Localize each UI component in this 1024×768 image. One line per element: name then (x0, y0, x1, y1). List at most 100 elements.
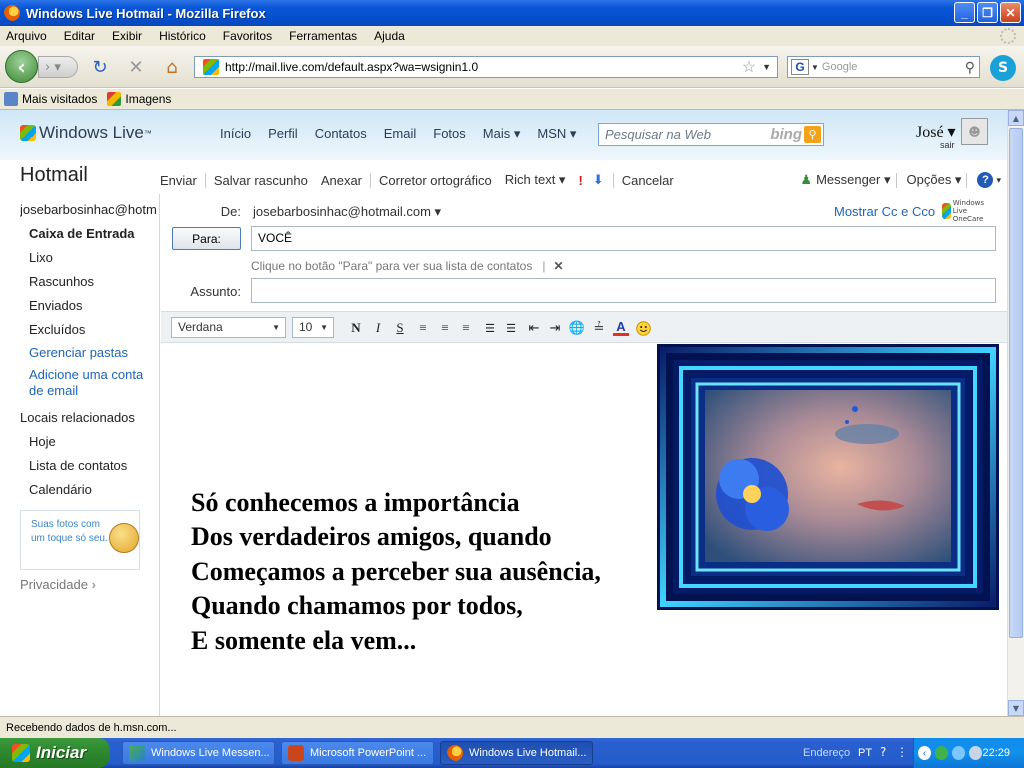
options-dropdown[interactable]: Opções ▾ (907, 172, 962, 188)
nav-mais[interactable]: Mais ▾ (483, 126, 521, 142)
stop-icon[interactable]: ✕ (124, 55, 148, 79)
high-importance-icon[interactable]: ! (578, 173, 582, 188)
folder-inbox[interactable]: Caixa de Entrada (29, 226, 147, 241)
low-importance-icon[interactable]: ⬇ (593, 172, 604, 188)
align-right-icon[interactable]: ≡ (458, 320, 474, 336)
bold-button[interactable]: N (348, 320, 364, 336)
align-center-icon[interactable]: ≡ (437, 320, 453, 336)
account-name[interactable]: josebarbosinhac@hotmail.com (20, 202, 156, 217)
bookmark-most-visited[interactable]: Mais visitados (4, 92, 97, 106)
menu-ferramentas[interactable]: Ferramentas (289, 29, 357, 43)
maximize-button[interactable]: ❐ (977, 2, 998, 23)
messenger-tray-icon[interactable] (935, 746, 949, 760)
folder-deleted[interactable]: Excluídos (29, 322, 85, 337)
back-button[interactable]: ‹ (5, 50, 38, 83)
to-field[interactable]: VOCÊ (251, 226, 996, 251)
from-selector[interactable]: josebarbosinhac@hotmail.com ▾ (253, 204, 441, 220)
font-family-select[interactable]: Verdana ▼ (171, 317, 286, 338)
url-history-dropdown-icon[interactable]: ▼ (762, 62, 771, 72)
font-color-icon[interactable]: A (613, 319, 629, 336)
url-text[interactable]: http://mail.live.com/default.aspx?wa=wsi… (225, 60, 742, 74)
decrease-indent-icon[interactable]: ⇤ (526, 320, 542, 336)
scroll-up-icon[interactable]: ▲ (1008, 110, 1024, 126)
taskbar-item-messenger[interactable]: Windows Live Messen... (122, 741, 275, 765)
highlight-icon[interactable]: ≟ (591, 320, 607, 336)
add-email-account-link[interactable]: Adicione uma conta (29, 367, 143, 382)
language-indicator[interactable]: PT (858, 747, 872, 759)
bookmark-star-icon[interactable]: ☆ (742, 57, 756, 77)
nav-inicio[interactable]: Início (220, 126, 251, 142)
emoticon-icon[interactable] (635, 320, 651, 336)
nav-msn[interactable]: MSN ▾ (537, 126, 576, 142)
address-toolbar-label[interactable]: Endereço (803, 747, 850, 759)
folder-trash[interactable]: Lixo (29, 250, 53, 265)
related-today[interactable]: Hoje (29, 434, 56, 449)
increase-indent-icon[interactable]: ⇥ (547, 320, 563, 336)
taskbar-item-firefox[interactable]: Windows Live Hotmail... (440, 741, 593, 765)
send-button[interactable]: Enviar (160, 173, 197, 188)
close-hint-icon[interactable]: ✕ (553, 259, 563, 273)
message-body-editor[interactable]: Só conhecemos a importância Dos verdadei… (161, 344, 1007, 716)
underline-button[interactable]: S (392, 320, 408, 336)
start-button[interactable]: Iniciar (0, 738, 110, 768)
clock[interactable]: 22:29 (982, 747, 1010, 759)
web-search-input[interactable]: Pesquisar na Web bing ⚲ (598, 123, 824, 146)
nav-contatos[interactable]: Contatos (315, 126, 367, 142)
nav-email[interactable]: Email (384, 126, 417, 142)
bullet-list-icon[interactable]: ☰ (503, 320, 519, 336)
related-calendar[interactable]: Calendário (29, 482, 92, 497)
menu-editar[interactable]: Editar (64, 29, 95, 43)
rich-text-dropdown[interactable]: Rich text ▾ (505, 172, 566, 188)
show-cc-bcc-link[interactable]: Mostrar Cc e Cco (834, 204, 935, 219)
forward-button[interactable]: › ▾ (38, 56, 78, 78)
security-tray-icon[interactable] (969, 746, 983, 760)
italic-button[interactable]: I (370, 320, 386, 336)
home-icon[interactable]: ⌂ (160, 55, 184, 79)
manage-folders-link[interactable]: Gerenciar pastas (29, 345, 128, 360)
attach-button[interactable]: Anexar (321, 173, 362, 188)
menu-ajuda[interactable]: Ajuda (374, 29, 405, 43)
spellcheck-button[interactable]: Corretor ortográfico (379, 173, 492, 188)
google-engine-icon[interactable]: G (791, 59, 809, 75)
windows-live-logo[interactable]: Windows Live ™ (20, 123, 152, 143)
messenger-icon[interactable]: ♟ (800, 172, 812, 188)
folder-drafts[interactable]: Rascunhos (29, 274, 94, 289)
folder-sent[interactable]: Enviados (29, 298, 82, 313)
window-titlebar[interactable]: Windows Live Hotmail - Mozilla Firefox _… (0, 0, 1024, 26)
signout-link[interactable]: sair (940, 140, 955, 150)
avatar[interactable]: ☻ (961, 118, 988, 145)
help-icon[interactable]: ? (977, 172, 994, 188)
promo-banner[interactable]: Suas fotos com um toque só seu. (20, 510, 140, 570)
network-tray-icon[interactable] (952, 746, 966, 760)
user-name[interactable]: José ▾ (916, 124, 956, 141)
menu-arquivo[interactable]: Arquivo (6, 29, 47, 43)
messenger-dropdown[interactable]: Messenger ▾ (816, 172, 890, 188)
insert-link-icon[interactable]: 🌐 (569, 320, 585, 336)
close-button[interactable]: ✕ (1000, 2, 1021, 23)
add-email-account-link-2[interactable]: de email (29, 383, 78, 398)
reload-icon[interactable]: ↻ (88, 55, 112, 79)
search-go-icon[interactable]: ⚲ (804, 126, 821, 143)
nav-fotos[interactable]: Fotos (433, 126, 466, 142)
align-left-icon[interactable]: ≡ (415, 320, 431, 336)
help-dropdown-icon[interactable]: ▾ (996, 175, 1001, 186)
related-contacts[interactable]: Lista de contatos (29, 458, 127, 473)
volume-tray-icon[interactable]: ⋮ (896, 745, 908, 759)
skype-icon[interactable]: S (990, 55, 1016, 81)
menu-favoritos[interactable]: Favoritos (223, 29, 272, 43)
taskbar-item-powerpoint[interactable]: Microsoft PowerPoint ... (281, 741, 434, 765)
menu-historico[interactable]: Histórico (159, 29, 206, 43)
search-bar[interactable]: G ▼ Google ⚲ (787, 56, 980, 78)
engine-dropdown-icon[interactable]: ▼ (811, 63, 819, 72)
subject-field[interactable] (251, 278, 996, 303)
font-size-select[interactable]: 10 ▼ (292, 317, 334, 338)
nav-perfil[interactable]: Perfil (268, 126, 298, 142)
scroll-down-icon[interactable]: ▼ (1008, 700, 1024, 716)
bookmark-images[interactable]: Imagens (107, 92, 171, 106)
page-scrollbar[interactable]: ▲ ▼ (1007, 110, 1024, 716)
url-bar[interactable]: http://mail.live.com/default.aspx?wa=wsi… (194, 56, 778, 78)
save-draft-button[interactable]: Salvar rascunho (214, 173, 308, 188)
user-menu[interactable]: José ▾ sair (916, 122, 956, 150)
to-button[interactable]: Para: (172, 227, 241, 250)
search-icon[interactable]: ⚲ (965, 59, 975, 76)
